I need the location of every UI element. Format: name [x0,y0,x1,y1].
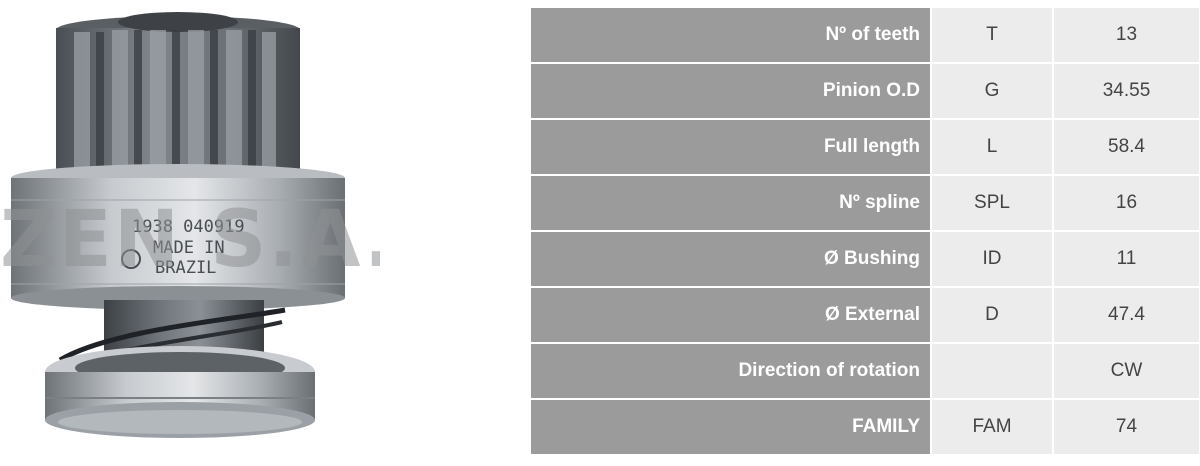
spec-row-pinion-od: Pinion O.D G 34.55 [531,63,1199,120]
spec-code: D [930,287,1053,344]
spec-row-bushing: Ø Bushing ID 11 [531,231,1199,288]
spec-row-family: FAMILY FAM 74 [531,399,1199,456]
spec-value: 47.4 [1052,287,1199,344]
spec-code: FAM [930,399,1053,456]
spec-value: CW [1052,343,1199,400]
spec-label: Ø External [531,287,931,344]
spec-row-teeth: Nº of teeth T 13 [531,8,1199,64]
spec-label: Full length [531,119,931,176]
spec-value: 16 [1052,175,1199,232]
product-photo: 1938 040919 MADE IN BRAZIL ZEN S.A. [0,0,380,466]
specifications-table: Nº of teeth T 13 Pinion O.D G 34.55 Full… [531,8,1199,456]
spec-label: Nº of teeth [531,8,931,64]
spec-row-full-length: Full length L 58.4 [531,119,1199,176]
spec-value: 13 [1052,8,1199,64]
spec-row-rotation: Direction of rotation CW [531,343,1199,400]
flange-washer [45,346,315,438]
pinion-gear [56,12,300,178]
spec-row-external: Ø External D 47.4 [531,287,1199,344]
spec-label: Nº spline [531,175,931,232]
starter-drive-pinion-image: 1938 040919 MADE IN BRAZIL ZEN S.A. [0,12,380,438]
spec-value: 34.55 [1052,63,1199,120]
spec-row-spline: Nº spline SPL 16 [531,175,1199,232]
spec-code: ID [930,231,1053,288]
spec-code: L [930,119,1053,176]
spec-code: G [930,63,1053,120]
watermark-text: ZEN S.A. [0,195,380,285]
spec-value: 58.4 [1052,119,1199,176]
spec-value: 11 [1052,231,1199,288]
spec-code: T [930,8,1053,64]
spec-code [930,343,1053,400]
spec-label: FAMILY [531,399,931,456]
spec-label: Pinion O.D [531,63,931,120]
spec-value: 74 [1052,399,1199,456]
spec-label: Ø Bushing [531,231,931,288]
spec-code: SPL [930,175,1053,232]
spec-label: Direction of rotation [531,343,931,400]
